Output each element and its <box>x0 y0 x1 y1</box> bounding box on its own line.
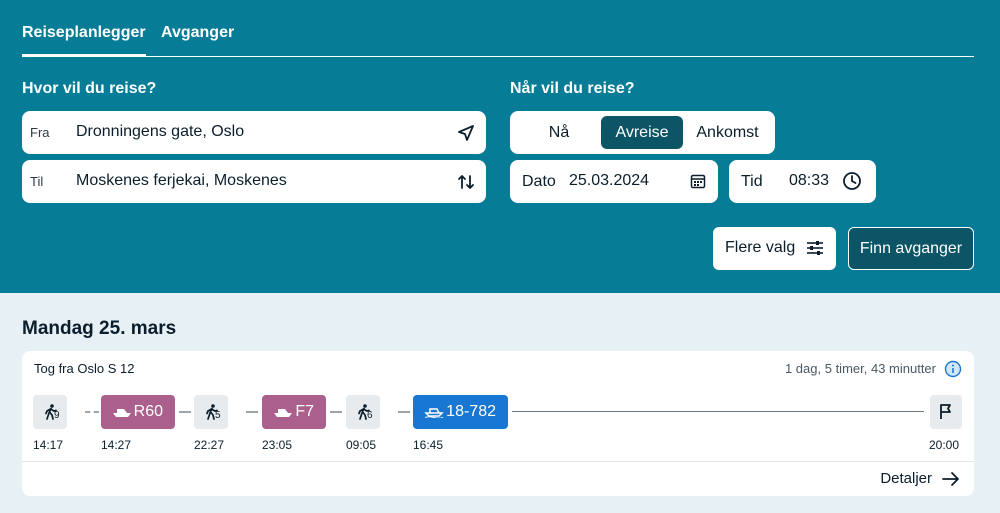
connector-dashed <box>330 411 342 413</box>
to-label: Til <box>30 174 44 189</box>
location-arrow-icon[interactable] <box>456 123 476 143</box>
walk-minutes: 5 <box>215 410 221 421</box>
time-field[interactable]: Tid 08:33 <box>729 160 876 203</box>
day-heading: Mandag 25. mars <box>22 318 177 339</box>
line-code: 18-782 <box>446 403 496 420</box>
ferry-icon <box>274 409 292 417</box>
when-heading: Når vil du reise? <box>510 80 635 97</box>
info-icon[interactable] <box>944 360 962 378</box>
calendar-icon[interactable] <box>690 173 706 189</box>
option-now[interactable]: Nå <box>518 116 600 149</box>
where-heading: Hvor vil du reise? <box>22 80 157 97</box>
from-value[interactable]: Dronningens gate, Oslo <box>76 123 244 141</box>
leg-time: 09:05 <box>346 438 377 452</box>
leg-time: 14:17 <box>33 438 64 452</box>
details-label: Detaljer <box>880 470 932 487</box>
arrow-right-icon <box>942 472 959 486</box>
connector-dashed <box>179 411 191 413</box>
leg-time: 23:05 <box>262 438 293 452</box>
connector-dashed <box>398 411 410 413</box>
flag-icon <box>940 404 951 419</box>
date-label: Dato <box>522 173 556 190</box>
find-departures-button[interactable]: Finn avganger <box>848 227 974 270</box>
trip-title: Tog fra Oslo S 12 <box>34 361 135 376</box>
more-options-label: Flere valg <box>725 239 796 256</box>
search-panel: Reiseplanlegger Avganger Hvor vil du rei… <box>0 0 1000 293</box>
from-label: Fra <box>30 125 50 140</box>
leg-walk: 6 <box>346 395 380 429</box>
swap-icon[interactable] <box>456 172 476 192</box>
ferry-icon <box>424 408 444 418</box>
trip-card[interactable]: Tog fra Oslo S 12 1 dag, 5 timer, 43 min… <box>22 351 974 496</box>
leg-ferry: R60 <box>101 395 175 429</box>
ferry-icon <box>113 409 131 417</box>
leg-bus-ferry: 18-782 <box>413 395 508 429</box>
trip-duration: 1 dag, 5 timer, 43 minutter <box>784 361 936 376</box>
details-link[interactable]: Detaljer <box>860 470 960 490</box>
line-code: R60 <box>133 403 163 420</box>
option-arrival[interactable]: Ankomst <box>685 116 770 149</box>
arrival-time: 20:00 <box>929 438 960 452</box>
time-mode-toggle: Nå Avreise Ankomst <box>510 111 775 154</box>
clock-icon[interactable] <box>842 171 862 191</box>
connector-dashed <box>85 411 99 413</box>
leg-time: 16:45 <box>413 438 444 452</box>
time-label: Tid <box>741 173 763 190</box>
line-code: F7 <box>295 403 314 420</box>
to-value[interactable]: Moskenes ferjekai, Moskenes <box>76 172 287 190</box>
to-field[interactable]: Til Moskenes ferjekai, Moskenes <box>22 160 486 203</box>
sliders-icon <box>807 241 823 255</box>
more-options-button[interactable]: Flere valg <box>713 227 836 270</box>
time-value[interactable]: 08:33 <box>789 172 829 190</box>
date-value[interactable]: 25.03.2024 <box>569 172 649 190</box>
leg-walk: 9 <box>33 395 67 429</box>
tab-avganger[interactable]: Avganger <box>161 24 234 57</box>
date-field[interactable]: Dato 25.03.2024 <box>510 160 718 203</box>
leg-walk: 5 <box>194 395 228 429</box>
leg-time: 22:27 <box>194 438 225 452</box>
card-divider <box>22 461 974 462</box>
connector-line <box>512 411 924 412</box>
leg-time: 14:27 <box>101 438 132 452</box>
leg-ferry: F7 <box>262 395 326 429</box>
destination-marker <box>930 395 962 429</box>
connector-dashed <box>246 411 258 413</box>
tab-reiseplanlegger[interactable]: Reiseplanlegger <box>22 24 146 57</box>
tab-bar: Reiseplanlegger Avganger <box>22 24 974 57</box>
from-field[interactable]: Fra Dronningens gate, Oslo <box>22 111 486 154</box>
walk-minutes: 9 <box>54 410 60 421</box>
walk-minutes: 6 <box>367 410 373 421</box>
option-departure[interactable]: Avreise <box>601 116 683 149</box>
